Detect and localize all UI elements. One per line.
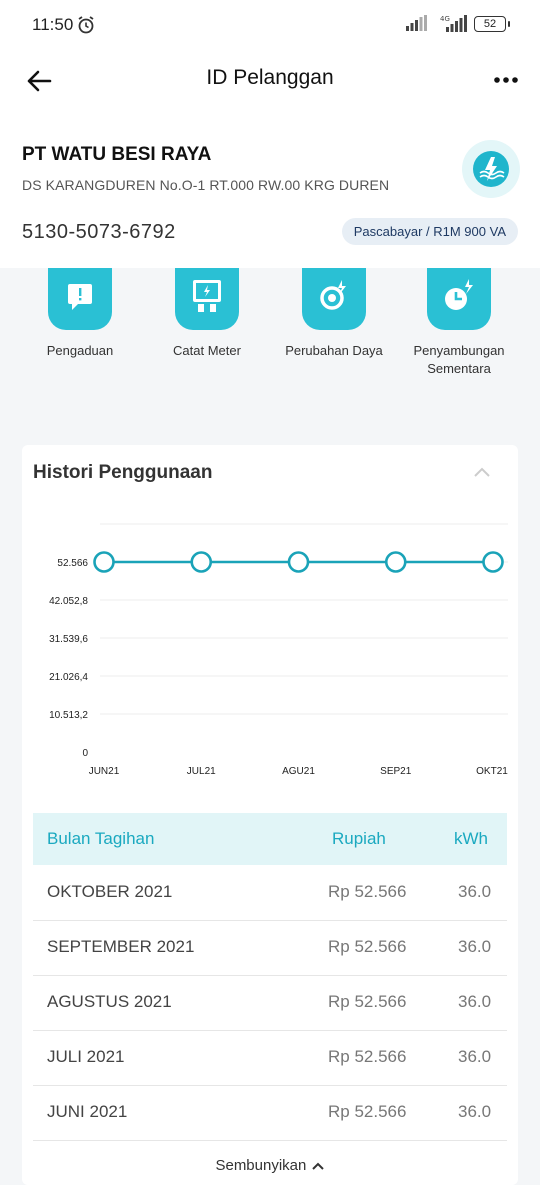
menu-item-perubahan-daya[interactable]: Perubahan Daya <box>279 268 389 360</box>
menu-item-penyambungan-sementara[interactable]: Penyambungan Sementara <box>404 268 514 378</box>
chevron-up-icon[interactable] <box>472 465 492 479</box>
table-header: Bulan Tagihan Rupiah kWh <box>33 813 507 865</box>
header-rupiah: Rupiah <box>332 829 386 848</box>
row-rupiah: Rp 52.566 <box>328 1047 407 1066</box>
row-rupiah: Rp 52.566 <box>328 1102 407 1121</box>
svg-text:4G: 4G <box>440 15 450 23</box>
complaint-icon <box>48 268 112 330</box>
menu-label: Perubahan Daya <box>285 343 383 358</box>
status-bar: 11:50 4G 52 <box>0 0 540 50</box>
table-row[interactable]: JULI 2021 Rp 52.566 36.0 <box>33 1030 507 1086</box>
row-month: JUNI 2021 <box>47 1102 128 1121</box>
status-time: 11:50 <box>32 15 74 34</box>
row-rupiah: Rp 52.566 <box>328 992 407 1011</box>
row-month: SEPTEMBER 2021 <box>47 937 195 956</box>
customer-name: PT WATU BESI RAYA <box>22 144 212 165</box>
pln-logo-icon <box>462 140 520 198</box>
menu-label: Pengaduan <box>46 343 114 358</box>
data-point <box>287 551 310 573</box>
page-title: ID Pelanggan <box>206 66 334 89</box>
row-rupiah: Rp 52.566 <box>328 937 407 956</box>
history-title: Histori Penggunaan <box>33 462 213 483</box>
data-point <box>384 551 407 573</box>
data-point <box>482 551 504 573</box>
menu-label: Penyambungan Sementara <box>413 343 505 376</box>
row-kwh: 36.0 <box>458 882 492 901</box>
temporary-connection-icon <box>427 268 491 330</box>
row-kwh: 36.0 <box>458 992 492 1011</box>
x-tick-label: SEP21 <box>380 766 412 777</box>
data-point <box>190 551 213 573</box>
table-row[interactable]: OKTOBER 2021 Rp 52.566 36.0 <box>33 865 507 921</box>
app-bar: ID Pelanggan <box>0 50 540 120</box>
tariff-badge: Pascabayar / R1M 900 VA <box>341 218 518 245</box>
meter-icon <box>175 268 239 330</box>
usage-chart: 0 10.513,2 21.026,4 31.539,6 42.052,8 52.566 J… <box>49 523 508 777</box>
customer-id-number: 5130-5073-6792 <box>22 221 176 243</box>
alarm-icon <box>78 16 94 34</box>
table-row[interactable]: SEPTEMBER 2021 Rp 52.566 36.0 <box>33 920 507 976</box>
row-kwh: 36.0 <box>458 937 492 956</box>
x-tick-label: JUN21 <box>89 766 120 777</box>
data-point <box>93 551 115 573</box>
customer-info: PT WATU BESI RAYA DS KARANGDUREN No.O-1 … <box>0 120 540 268</box>
y-tick-label: 0 <box>82 748 88 759</box>
y-tick-label: 52.566 <box>57 558 88 569</box>
menu-item-pengaduan[interactable]: Pengaduan <box>25 268 135 360</box>
signal-icon <box>406 15 427 31</box>
row-kwh: 36.0 <box>458 1047 492 1066</box>
usage-history-card: Histori Penggunaan 0 10.513,2 21.026,4 31.5… <box>22 445 518 1185</box>
y-tick-label: 42.052,8 <box>49 596 88 607</box>
y-tick-label: 21.026,4 <box>49 672 88 683</box>
x-tick-label: JUL21 <box>187 766 216 777</box>
header-kwh: kWh <box>454 829 488 848</box>
battery-icon: 52 <box>474 16 510 32</box>
row-month: JULI 2021 <box>47 1047 125 1066</box>
signal-4g-icon: 4G <box>440 15 467 32</box>
row-kwh: 36.0 <box>458 1102 492 1121</box>
hide-history-button[interactable]: Sembunyikan <box>22 1157 518 1174</box>
y-tick-label: 10.513,2 <box>49 710 88 721</box>
y-tick-label: 31.539,6 <box>49 634 88 645</box>
table-row[interactable]: AGUSTUS 2021 Rp 52.566 36.0 <box>33 975 507 1031</box>
x-tick-label: AGU21 <box>282 766 315 777</box>
power-change-icon <box>302 268 366 330</box>
menu-label: Catat Meter <box>173 343 241 358</box>
x-tick-label: OKT21 <box>476 766 508 777</box>
table-row[interactable]: JUNI 2021 Rp 52.566 36.0 <box>33 1085 507 1141</box>
row-rupiah: Rp 52.566 <box>328 882 407 901</box>
more-options-icon[interactable] <box>492 66 520 94</box>
hide-history-label: Sembunyikan <box>215 1157 307 1174</box>
menu-item-catat-meter[interactable]: Catat Meter <box>152 268 262 360</box>
customer-address: DS KARANGDUREN No.O-1 RT.000 RW.00 KRG D… <box>22 177 390 193</box>
row-month: AGUSTUS 2021 <box>47 992 172 1011</box>
header-month: Bulan Tagihan <box>47 829 155 848</box>
row-month: OKTOBER 2021 <box>47 882 173 901</box>
